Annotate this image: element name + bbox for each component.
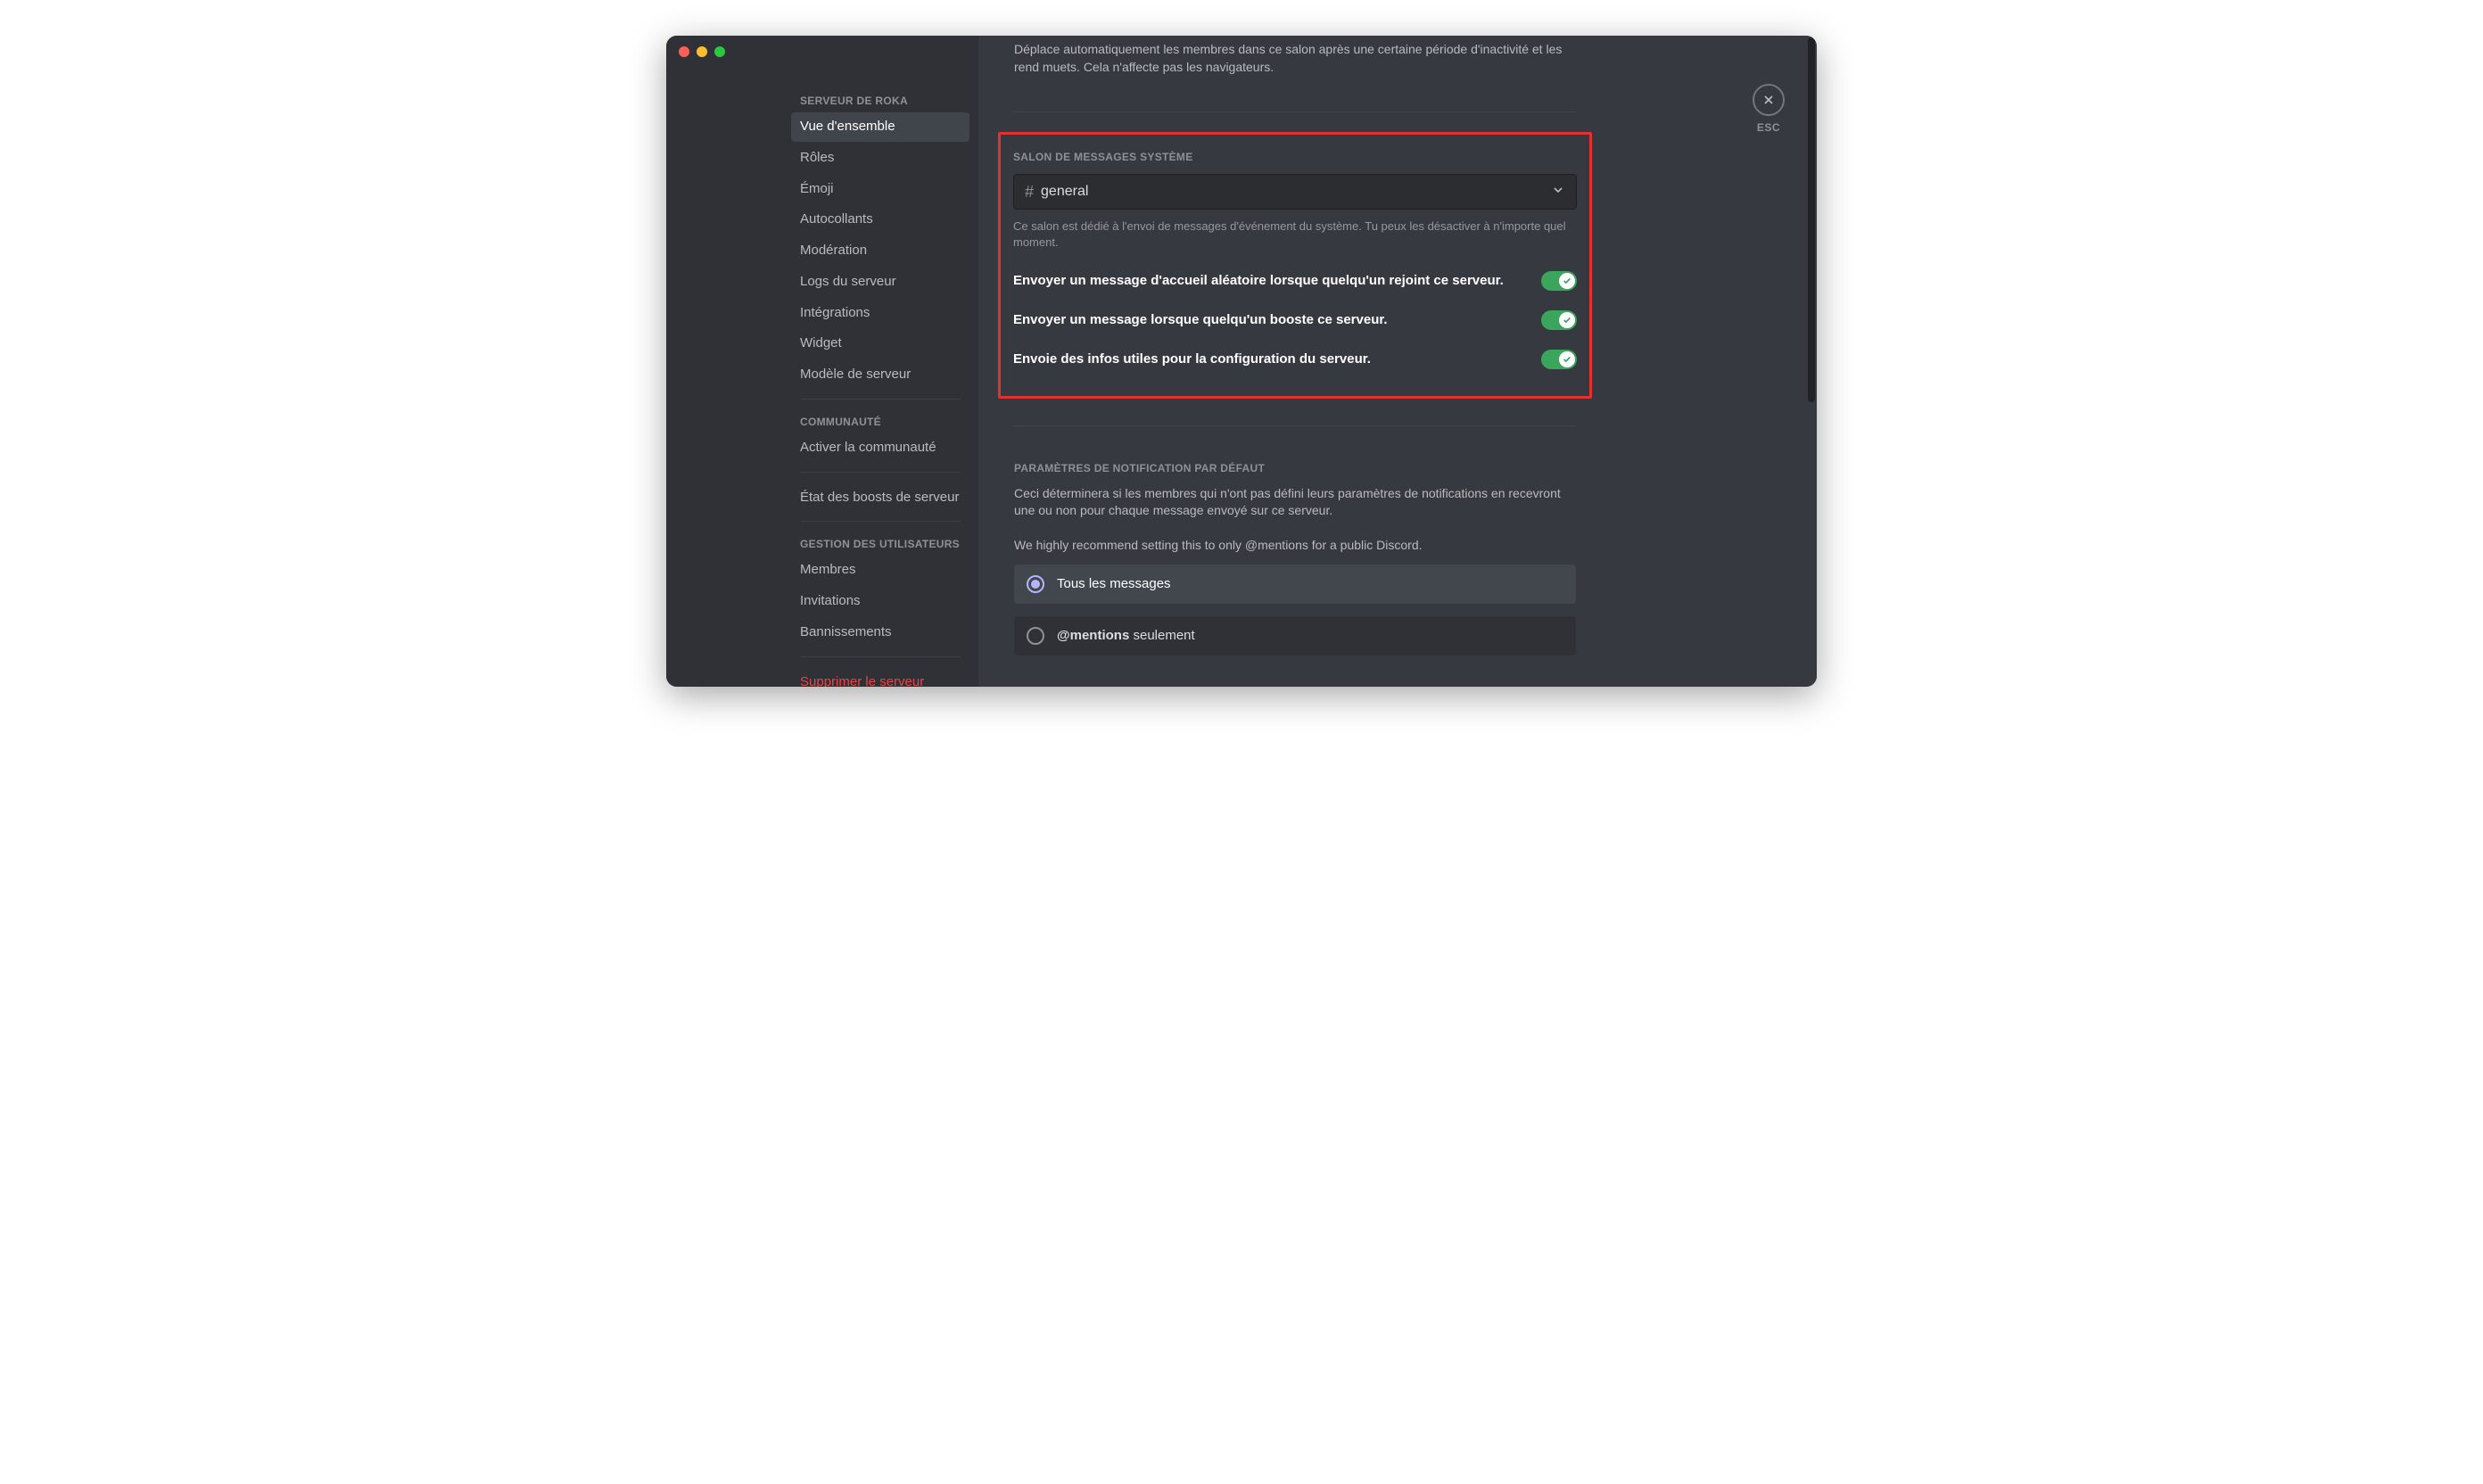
close-area: ESC [1753, 84, 1785, 134]
check-icon [1559, 351, 1575, 367]
sidebar-item-stickers[interactable]: Autocollants [791, 205, 969, 235]
toggle-boost-label: Envoyer un message lorsque quelqu'un boo… [1013, 312, 1388, 327]
sidebar-item-emoji[interactable]: Émoji [791, 175, 969, 204]
divider [800, 399, 961, 400]
close-label: ESC [1757, 121, 1780, 134]
sidebar-item-invites[interactable]: Invitations [791, 587, 969, 616]
sidebar-item-server-logs[interactable]: Logs du serveur [791, 268, 969, 297]
system-channel-select[interactable]: # general [1013, 174, 1577, 210]
toggle-welcome-switch[interactable] [1541, 271, 1577, 291]
settings-window: SERVEUR DE ROKA Vue d'ensemble Rôles Émo… [666, 36, 1817, 687]
toggle-boost-switch[interactable] [1541, 310, 1577, 330]
sidebar-item-overview[interactable]: Vue d'ensemble [791, 112, 969, 142]
radio-all-messages[interactable]: Tous les messages [1014, 565, 1576, 604]
sidebar-item-roles[interactable]: Rôles [791, 144, 969, 173]
toggle-boost-message: Envoyer un message lorsque quelqu'un boo… [1013, 310, 1577, 330]
chevron-down-icon [1551, 183, 1565, 202]
system-messages-title: SALON DE MESSAGES SYSTÈME [1013, 151, 1577, 163]
toggle-setup-tips: Envoie des infos utiles pour la configur… [1013, 350, 1577, 369]
radio-icon [1027, 575, 1044, 593]
radio-mentions-only[interactable]: @mentions seulement [1014, 616, 1576, 655]
sidebar: SERVEUR DE ROKA Vue d'ensemble Rôles Émo… [666, 36, 978, 687]
check-icon [1559, 273, 1575, 289]
system-channel-help: Ce salon est dédié à l'envoi de messages… [1013, 218, 1577, 251]
close-button[interactable] [1753, 84, 1785, 116]
divider [800, 472, 961, 473]
system-channel-value: general [1041, 184, 1088, 200]
toggle-welcome-message: Envoyer un message d'accueil aléatoire l… [1013, 271, 1577, 291]
window-close-dot[interactable] [679, 46, 689, 57]
sidebar-header-user-management: GESTION DES UTILISATEURS [791, 532, 969, 556]
hash-icon: # [1025, 183, 1034, 202]
sidebar-item-delete-server[interactable]: Supprimer le serveur [791, 668, 969, 688]
window-min-dot[interactable] [697, 46, 707, 57]
sidebar-item-widget[interactable]: Widget [791, 329, 969, 359]
sidebar-header-community: COMMUNAUTÉ [791, 410, 969, 433]
toggle-setup-label: Envoie des infos utiles pour la configur… [1013, 351, 1371, 367]
divider [1014, 111, 1576, 112]
notification-recommendation: We highly recommend setting this to only… [1014, 538, 1576, 552]
sidebar-item-server-template[interactable]: Modèle de serveur [791, 360, 969, 390]
divider [800, 521, 961, 522]
divider [1014, 425, 1576, 426]
sidebar-item-integrations[interactable]: Intégrations [791, 299, 969, 328]
toggle-setup-switch[interactable] [1541, 350, 1577, 369]
afk-description: Déplace automatiquement les membres dans… [1014, 41, 1576, 76]
radio-all-messages-label: Tous les messages [1057, 576, 1171, 591]
radio-mentions-label: @mentions seulement [1057, 628, 1195, 643]
notification-settings-desc: Ceci déterminera si les membres qui n'on… [1014, 485, 1576, 520]
toggle-welcome-label: Envoyer un message d'accueil aléatoire l… [1013, 273, 1504, 288]
check-icon [1559, 312, 1575, 328]
system-messages-highlight: SALON DE MESSAGES SYSTÈME # general Ce s… [998, 132, 1592, 398]
window-max-dot[interactable] [714, 46, 725, 57]
divider [800, 656, 961, 657]
sidebar-header-server: SERVEUR DE ROKA [791, 89, 969, 112]
sidebar-item-moderation[interactable]: Modération [791, 236, 969, 266]
radio-icon [1027, 627, 1044, 645]
sidebar-item-bans[interactable]: Bannissements [791, 618, 969, 647]
sidebar-item-server-boost-status[interactable]: État des boosts de serveur [791, 483, 969, 513]
sidebar-item-enable-community[interactable]: Activer la communauté [791, 433, 969, 463]
sidebar-item-members[interactable]: Membres [791, 556, 969, 585]
notification-settings-title: PARAMÈTRES DE NOTIFICATION PAR DÉFAUT [1014, 462, 1576, 474]
content-area: Déplace automatiquement les membres dans… [978, 36, 1817, 687]
window-controls [666, 36, 725, 52]
layout: SERVEUR DE ROKA Vue d'ensemble Rôles Émo… [666, 36, 1817, 687]
scrollbar[interactable] [1808, 37, 1815, 402]
